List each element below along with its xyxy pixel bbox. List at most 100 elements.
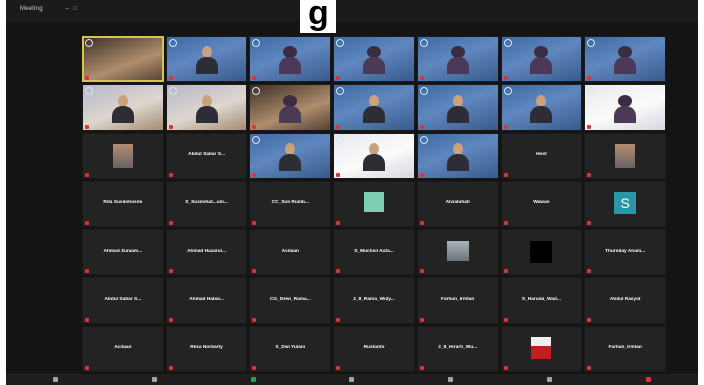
leave-button[interactable] — [645, 377, 651, 382]
profile-picture — [363, 192, 384, 213]
participant-tile[interactable]: Abdul Rasyid — [584, 277, 666, 324]
participant-tile[interactable] — [416, 229, 499, 276]
video-icon[interactable] — [151, 377, 157, 382]
participant-name: 2_8_Rama_Widy... — [353, 297, 395, 303]
tile-label — [252, 124, 258, 129]
participant-name: Abdul Sabar S... — [188, 152, 225, 158]
participant-tile[interactable] — [333, 36, 415, 83]
muted-mic-icon — [419, 221, 424, 226]
participant-tile[interactable] — [249, 132, 332, 179]
participant-tile[interactable]: S_Muchsil Auta... — [333, 229, 415, 276]
participant-tile[interactable]: Rustanto — [333, 325, 415, 372]
participant-video — [195, 94, 218, 123]
participant-name: CG_Dewi_Rama... — [269, 297, 311, 303]
participant-tile[interactable] — [500, 325, 583, 372]
muted-mic-icon — [419, 317, 424, 322]
participants-icon[interactable] — [349, 377, 355, 382]
participant-name: Ahmad Habal... — [189, 297, 224, 303]
participant-tile[interactable]: Thursday Anam... — [584, 229, 666, 276]
background-logo-icon — [252, 39, 261, 47]
participant-tile[interactable]: S_Susilohat...um... — [165, 180, 248, 228]
participant-tile[interactable] — [249, 84, 332, 131]
mute-icon[interactable] — [52, 377, 58, 382]
participant-tile[interactable]: Farhan_Irmtan — [416, 277, 499, 324]
participant-tile[interactable] — [416, 36, 499, 83]
participant-tile[interactable]: Acitaan — [82, 325, 164, 372]
tile-label — [252, 220, 258, 226]
participant-tile[interactable] — [500, 229, 583, 276]
muted-mic-icon — [336, 221, 341, 226]
participant-video — [614, 46, 637, 75]
participant-tile[interactable]: Ahmad Zunaim... — [82, 229, 164, 276]
tile-label — [419, 220, 426, 226]
participant-tile[interactable] — [584, 132, 666, 179]
participant-tile[interactable]: Wawan — [500, 180, 583, 228]
participant-tile[interactable]: Abdul Sabar S... — [165, 132, 248, 179]
participant-tile[interactable] — [82, 36, 164, 83]
participant-tile[interactable]: Reza Norbarty — [165, 325, 248, 372]
tile-label — [336, 268, 342, 274]
background-logo-icon — [419, 135, 428, 144]
tile-label — [503, 172, 510, 177]
participant-name: S_Dwi Yulani — [275, 345, 306, 351]
tile-label — [252, 268, 258, 274]
participant-tile[interactable] — [500, 84, 583, 131]
share-screen-icon[interactable] — [250, 377, 256, 382]
chat-icon[interactable] — [448, 377, 454, 382]
participant-tile[interactable]: Alvialuhah — [416, 180, 499, 228]
participant-tile[interactable]: CC_Suli Rumb... — [249, 180, 332, 228]
participant-tile[interactable] — [165, 36, 248, 83]
background-logo-icon — [252, 135, 261, 144]
participant-tile[interactable]: CG_Dewi_Rama... — [249, 277, 332, 324]
participant-tile[interactable] — [416, 132, 499, 179]
muted-mic-icon — [587, 317, 592, 322]
participant-tile[interactable] — [416, 84, 499, 131]
muted-mic-icon — [168, 269, 173, 274]
tile-label — [587, 268, 593, 274]
participant-tile[interactable]: Ahmad Habal... — [165, 277, 248, 324]
tile-label — [168, 124, 175, 129]
participant-tile[interactable] — [333, 180, 415, 228]
tile-label — [419, 172, 426, 177]
tile-label — [168, 75, 175, 81]
muted-mic-icon — [503, 269, 508, 274]
tile-label — [503, 365, 510, 370]
muted-mic-icon — [503, 172, 508, 177]
maximize-icon[interactable]: □ — [72, 6, 78, 12]
participant-tile[interactable] — [584, 36, 666, 83]
participant-name: Farhan_Irmtan — [441, 297, 475, 303]
window-title: Meeting — [20, 6, 43, 12]
participant-tile[interactable]: Rita Susilohosmi — [82, 180, 164, 228]
participant-tile[interactable] — [82, 132, 164, 179]
tile-label — [419, 124, 426, 129]
tile-label — [85, 172, 91, 177]
minimize-icon[interactable]: – — [64, 6, 70, 12]
tile-label — [85, 317, 91, 322]
participant-tile[interactable]: S_Haruda_Wad... — [500, 277, 583, 324]
participant-tile[interactable] — [500, 36, 583, 83]
participant-tile[interactable]: 2_8_Hirarti_Wu... — [416, 325, 499, 372]
participant-tile[interactable]: Acitaan — [249, 229, 332, 276]
tile-label — [168, 317, 175, 322]
participant-tile[interactable]: 2_8_Rama_Widy... — [333, 277, 415, 324]
participant-tile[interactable] — [249, 36, 332, 83]
background-logo-icon — [503, 39, 512, 47]
participant-tile[interactable] — [82, 84, 164, 131]
tile-label — [252, 172, 258, 177]
participant-tile[interactable]: Ahmad Hazarul... — [165, 229, 248, 276]
participant-tile[interactable] — [165, 84, 248, 131]
muted-mic-icon — [85, 124, 89, 129]
participant-tile[interactable] — [584, 84, 666, 131]
participant-tile[interactable]: Host — [500, 132, 583, 179]
participant-tile[interactable]: Abdul Sabar S... — [82, 277, 164, 324]
participant-video — [614, 94, 637, 123]
tile-label — [336, 172, 342, 177]
muted-mic-icon — [168, 124, 173, 129]
participant-tile[interactable]: Farhan_Irmtan — [584, 325, 666, 372]
tile-label — [503, 75, 510, 81]
participant-tile[interactable] — [333, 132, 415, 179]
participant-tile[interactable]: S — [584, 180, 666, 228]
participant-tile[interactable] — [333, 84, 415, 131]
participant-tile[interactable]: S_Dwi Yulani — [249, 325, 332, 372]
record-icon[interactable] — [547, 377, 553, 382]
